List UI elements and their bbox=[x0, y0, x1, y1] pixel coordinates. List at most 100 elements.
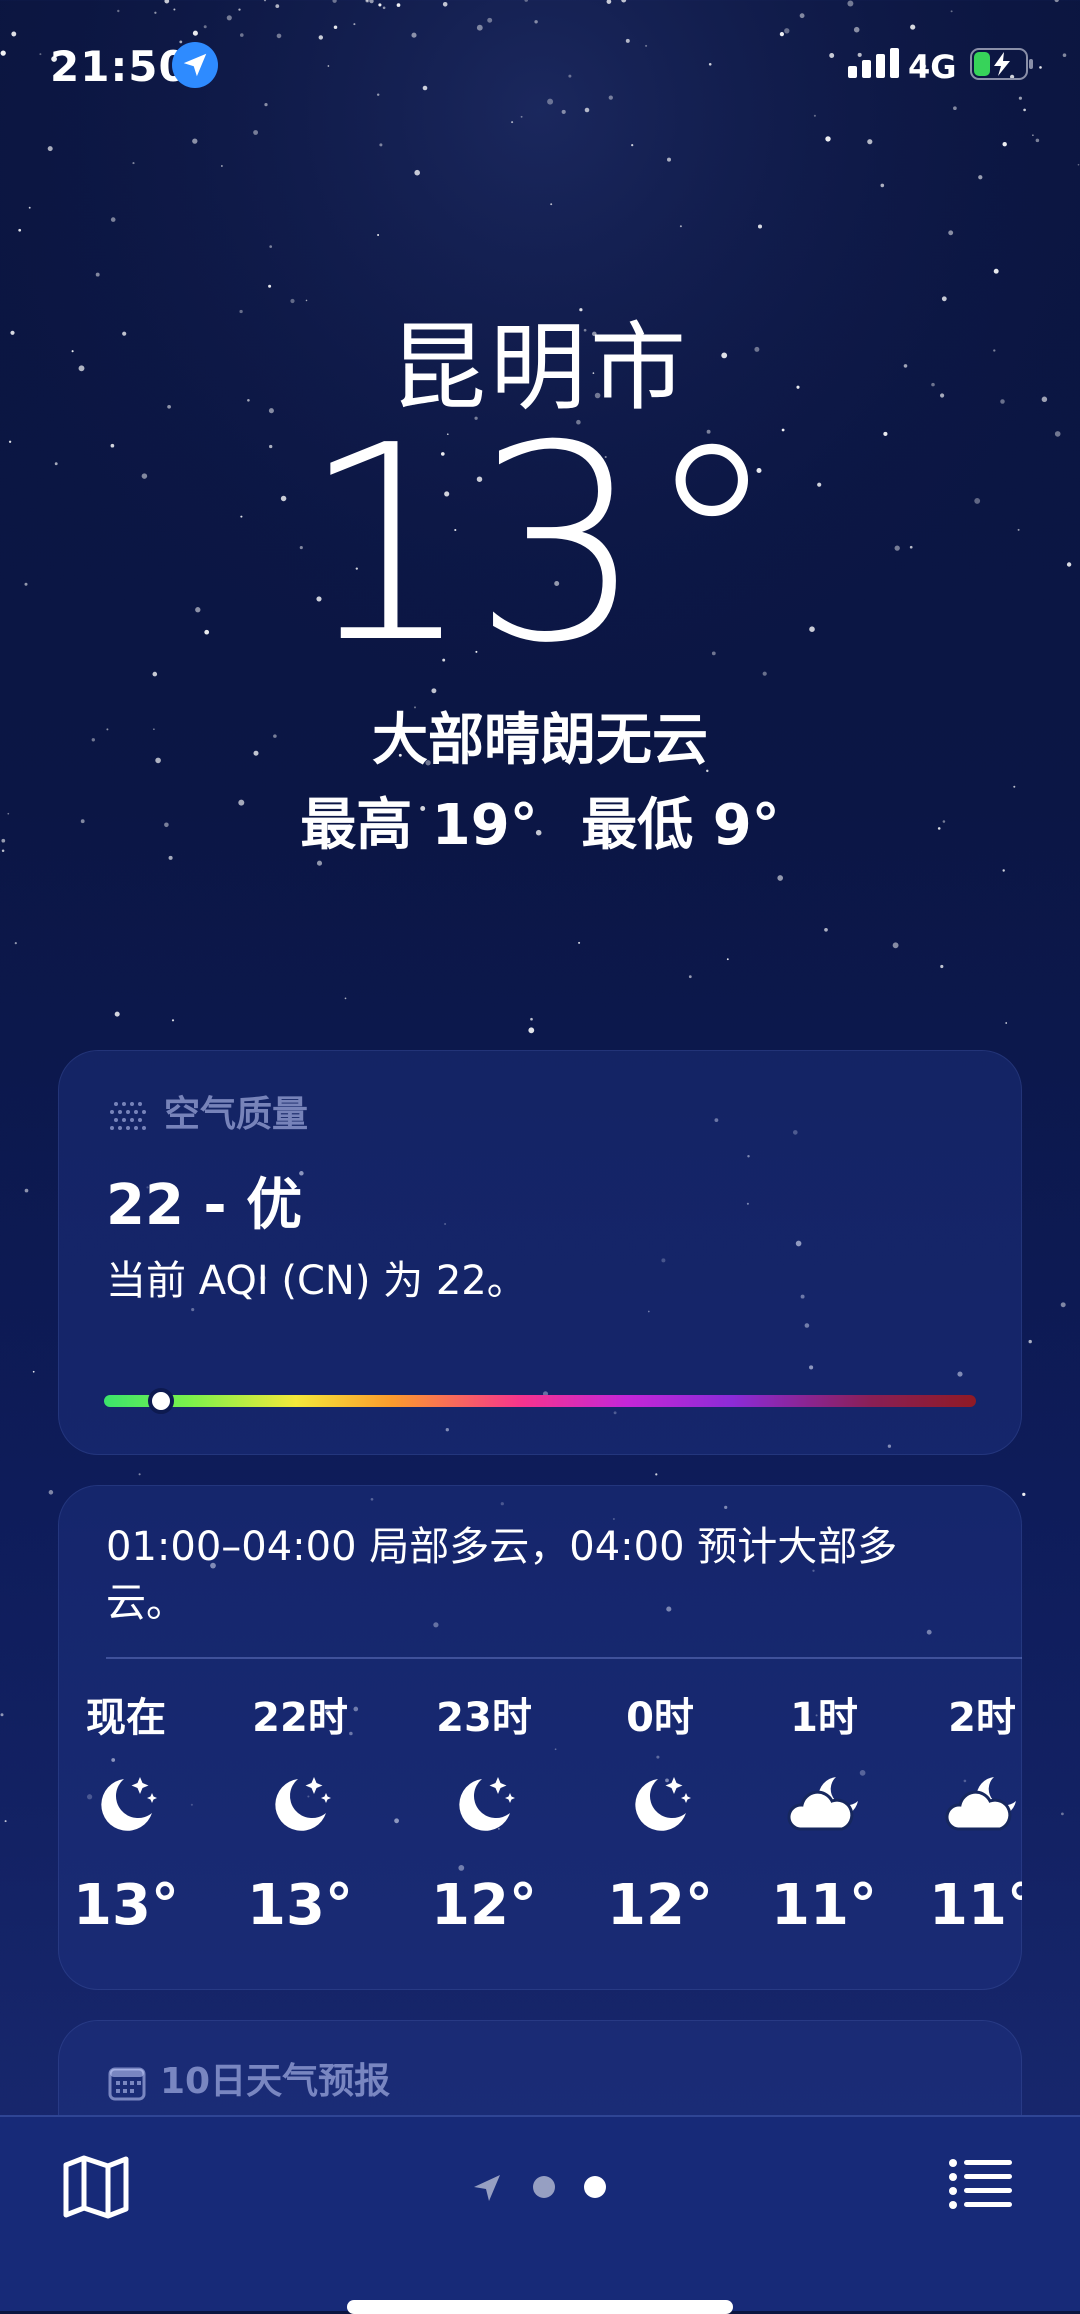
star bbox=[268, 284, 272, 288]
star bbox=[910, 24, 916, 30]
star bbox=[47, 146, 53, 152]
star bbox=[269, 245, 273, 248]
air-quality-card[interactable]: 空气质量 22 - 优 当前 AQI (CN) 为 22。 bbox=[58, 1050, 1022, 1455]
network-type: 4G bbox=[908, 48, 957, 86]
air-quality-dots-icon bbox=[110, 1102, 146, 1130]
list-icon[interactable] bbox=[948, 2157, 1014, 2211]
star bbox=[369, 0, 374, 4]
star bbox=[655, 1473, 658, 1476]
star bbox=[263, 0, 267, 2]
star bbox=[240, 33, 244, 37]
hour-label: 23时 bbox=[436, 1695, 532, 1741]
air-quality-description: 当前 AQI (CN) 为 22。 bbox=[106, 1258, 527, 1304]
star bbox=[4, 1820, 7, 1823]
ten-day-forecast-header: 10日天气预报 bbox=[108, 2052, 390, 2104]
air-quality-value: 22 - 优 bbox=[106, 1173, 303, 1238]
star bbox=[114, 1011, 120, 1017]
star bbox=[511, 121, 514, 124]
star bbox=[1005, 1022, 1008, 1024]
hourly-forecast-card[interactable]: 01:00–04:00 局部多云，04:00 预计大部多云。 现在 13° 22时 1… bbox=[58, 1485, 1022, 1990]
star bbox=[154, 11, 157, 14]
star bbox=[726, 958, 729, 961]
star bbox=[993, 268, 999, 274]
star bbox=[534, 20, 538, 24]
hourly-item: 22时 13° bbox=[220, 1685, 380, 1938]
high-low-temperature: 最高 19° 最低 9° bbox=[0, 780, 1080, 861]
air-quality-indicator-dot bbox=[148, 1388, 174, 1414]
star bbox=[173, 8, 176, 11]
star bbox=[953, 106, 957, 111]
star bbox=[825, 136, 831, 142]
star bbox=[1060, 1302, 1066, 1308]
star bbox=[264, 102, 268, 107]
star bbox=[171, 1019, 175, 1022]
cloud-moon-icon bbox=[744, 1769, 904, 1869]
star bbox=[28, 206, 31, 209]
star bbox=[867, 139, 873, 145]
star bbox=[476, 24, 483, 31]
star bbox=[1077, 163, 1080, 166]
hourly-item: 1时 11° bbox=[744, 1685, 904, 1938]
hour-temperature: 13° bbox=[247, 1873, 353, 1938]
star bbox=[950, 10, 953, 13]
star bbox=[275, 4, 280, 8]
star bbox=[679, 225, 682, 228]
star bbox=[382, 6, 386, 10]
star bbox=[203, 25, 207, 29]
hourly-summary: 01:00–04:00 局部多云，04:00 预计大部多云。 bbox=[106, 1524, 898, 1626]
star bbox=[606, 0, 612, 4]
star bbox=[18, 228, 22, 232]
star bbox=[377, 234, 380, 236]
page-dot bbox=[533, 2176, 555, 2198]
moon-stars-icon bbox=[580, 1769, 740, 1869]
star bbox=[138, 1473, 141, 1476]
star bbox=[238, 8, 241, 11]
hourly-scroll[interactable]: 现在 13° 22时 13° 23时 12° 0时 12° 1时 11° 2时 11° bbox=[58, 1685, 1022, 1965]
star bbox=[779, 32, 784, 37]
star bbox=[530, 1017, 533, 1021]
star bbox=[95, 272, 100, 277]
star bbox=[365, 0, 370, 3]
home-indicator[interactable] bbox=[347, 2300, 733, 2314]
location-arrow-icon bbox=[474, 2175, 500, 2201]
status-time: 21:50 bbox=[50, 42, 189, 91]
bottom-toolbar bbox=[0, 2115, 1080, 2311]
star bbox=[332, 0, 337, 3]
star bbox=[192, 138, 198, 144]
star bbox=[784, 28, 790, 34]
weather-condition: 大部晴朗无云 bbox=[372, 708, 708, 773]
star bbox=[853, 26, 860, 33]
star bbox=[688, 975, 692, 979]
star bbox=[1035, 138, 1040, 143]
star bbox=[132, 162, 135, 165]
star bbox=[528, 1027, 535, 1034]
page-dot-active bbox=[584, 2176, 606, 2198]
hourly-item: 2时 11° bbox=[902, 1685, 1022, 1938]
star bbox=[667, 157, 671, 162]
location-arrow-icon bbox=[172, 42, 218, 88]
star bbox=[48, 1490, 54, 1495]
star bbox=[117, 9, 120, 13]
cloud-moon-icon bbox=[902, 1769, 1022, 1869]
star bbox=[547, 98, 554, 105]
star bbox=[578, 941, 581, 944]
hour-label: 22时 bbox=[252, 1695, 348, 1741]
star bbox=[1032, 134, 1034, 137]
star bbox=[1002, 869, 1005, 872]
star bbox=[24, 1188, 29, 1193]
star bbox=[621, 0, 627, 3]
map-icon[interactable] bbox=[62, 2155, 130, 2219]
moon-stars-icon bbox=[220, 1769, 380, 1869]
star bbox=[847, 0, 854, 7]
star bbox=[880, 183, 885, 188]
page-indicator[interactable] bbox=[470, 2167, 620, 2207]
star bbox=[487, 17, 493, 23]
star bbox=[631, 144, 634, 147]
status-bar: 21:50 4G bbox=[0, 38, 1080, 94]
star bbox=[32, 1370, 35, 1373]
battery-charging-icon bbox=[970, 48, 1033, 80]
star bbox=[192, 30, 198, 36]
divider bbox=[106, 1657, 1022, 1659]
hourly-item: 0时 12° bbox=[580, 1685, 740, 1938]
hour-label: 0时 bbox=[626, 1695, 694, 1741]
